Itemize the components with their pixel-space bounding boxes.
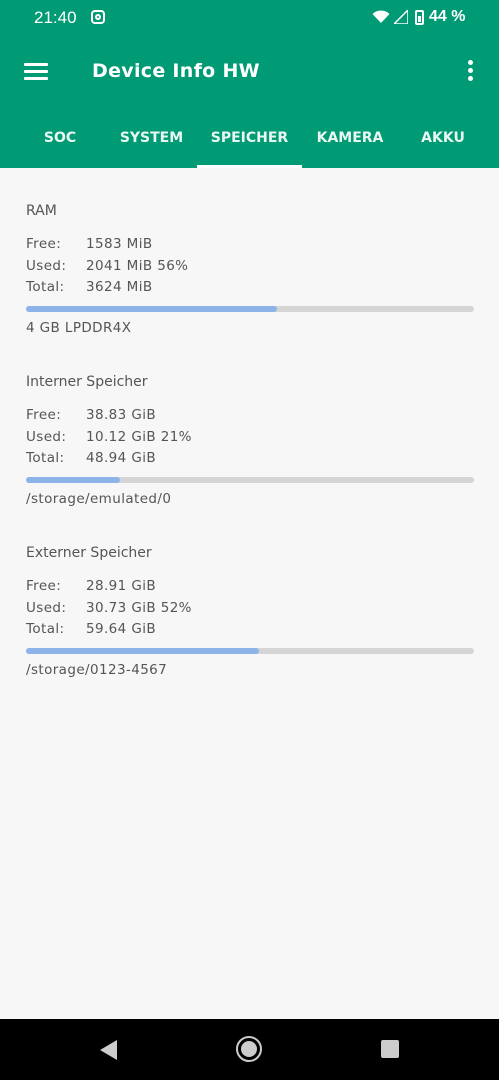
row-label: Used:: [26, 258, 67, 274]
signal-icon: [394, 10, 408, 24]
home-icon[interactable]: [236, 1036, 262, 1062]
section-title: Externer Speicher: [26, 545, 152, 561]
menu-icon[interactable]: [24, 63, 48, 81]
instagram-notification-icon: [91, 10, 105, 24]
row-value: 28.91 GiB: [86, 578, 157, 594]
row-label: Total:: [26, 621, 65, 637]
row-value: 48.94 GiB: [86, 450, 157, 466]
storage-path-label: /storage/emulated/0: [26, 491, 172, 507]
row-label: Total:: [26, 279, 65, 295]
tab-bar: SOC SYSTEM SPEICHER KAMERA AKKU: [0, 122, 499, 168]
used-row: Used: 30.73 GiB 52%: [26, 598, 192, 618]
battery-percent: 44 %: [429, 8, 466, 25]
status-time: 21:40: [34, 8, 77, 27]
tab-system[interactable]: SYSTEM: [106, 122, 197, 168]
internal-storage-section: Interner Speicher Free: 38.83 GiB Used: 10…: [26, 372, 474, 507]
section-title: Interner Speicher: [26, 374, 148, 390]
tab-kamera[interactable]: KAMERA: [302, 122, 398, 168]
usage-progress-bar: [26, 477, 474, 483]
row-value: 1583 MiB: [86, 236, 153, 252]
recent-apps-icon[interactable]: [381, 1040, 399, 1058]
row-value: 3624 MiB: [86, 279, 153, 295]
row-value: 59.64 GiB: [86, 621, 157, 637]
row-value: 2041 MiB 56%: [86, 258, 189, 274]
free-row: Free: 28.91 GiB: [26, 576, 156, 596]
app-title: Device Info HW: [92, 60, 260, 82]
usage-progress-fill: [26, 477, 121, 483]
row-value: 38.83 GiB: [86, 407, 157, 423]
free-row: Free: 1583 MiB: [26, 234, 153, 254]
status-bar: 21:40 44 %: [0, 0, 499, 36]
total-row: Total: 3624 MiB: [26, 277, 153, 297]
usage-progress-fill: [26, 306, 277, 312]
row-label: Used:: [26, 429, 67, 445]
row-value: 30.73 GiB 52%: [86, 600, 192, 616]
row-value: 10.12 GiB 21%: [86, 429, 192, 445]
storage-path-label: /storage/0123-4567: [26, 662, 168, 678]
row-label: Free:: [26, 407, 62, 423]
row-label: Used:: [26, 600, 67, 616]
row-label: Total:: [26, 450, 65, 466]
back-icon[interactable]: [100, 1040, 117, 1060]
usage-progress-bar: [26, 306, 474, 312]
memory-type-label: 4 GB LPDDR4X: [26, 320, 132, 336]
usage-progress-bar: [26, 648, 474, 654]
app-bar: Device Info HW SOC SYSTEM SPEICHER KAMER…: [0, 36, 499, 168]
free-row: Free: 38.83 GiB: [26, 405, 156, 425]
navigation-bar: [0, 1019, 499, 1080]
row-label: Free:: [26, 236, 62, 252]
section-title: RAM: [26, 203, 57, 219]
external-storage-section: Externer Speicher Free: 28.91 GiB Used: 30…: [26, 543, 474, 678]
row-label: Free:: [26, 578, 62, 594]
used-row: Used: 2041 MiB 56%: [26, 256, 188, 276]
tab-speicher[interactable]: SPEICHER: [197, 122, 302, 168]
used-row: Used: 10.12 GiB 21%: [26, 427, 192, 447]
more-options-icon[interactable]: [466, 60, 474, 84]
wifi-icon: [372, 10, 390, 23]
ram-section: RAM Free: 1583 MiB Used: 2041 MiB 56% Tota…: [26, 201, 474, 336]
tab-akku[interactable]: AKKU: [398, 122, 488, 168]
total-row: Total: 59.64 GiB: [26, 619, 156, 639]
usage-progress-fill: [26, 648, 259, 654]
tab-soc[interactable]: SOC: [14, 122, 106, 168]
total-row: Total: 48.94 GiB: [26, 448, 156, 468]
battery-icon: [415, 10, 424, 25]
